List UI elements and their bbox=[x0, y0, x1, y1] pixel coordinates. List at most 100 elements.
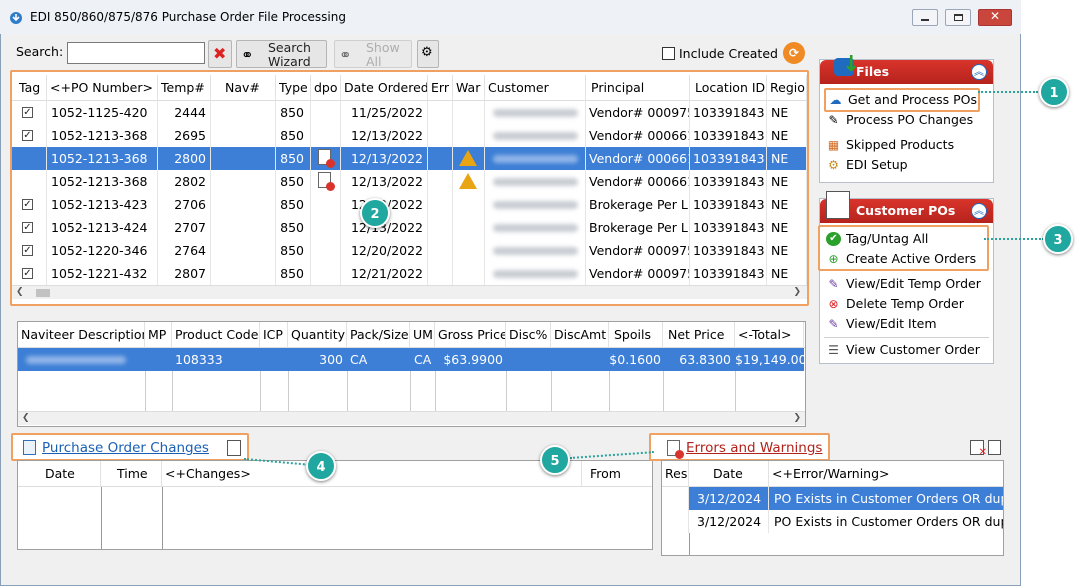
tag-checkbox[interactable]: ✓ bbox=[22, 268, 33, 279]
table-row[interactable]: 1052-1213-368 2800 850 12/13/2022 Vendor# 00… bbox=[12, 147, 807, 170]
callout-line-3 bbox=[984, 238, 1044, 240]
err-cell bbox=[428, 239, 453, 262]
customer-pos-panel-title: Customer POs bbox=[856, 203, 956, 218]
tag-checkbox[interactable]: ✓ bbox=[22, 107, 33, 118]
tag-checkbox[interactable]: ✓ bbox=[22, 245, 33, 256]
err-cell bbox=[428, 124, 453, 147]
col-spoils[interactable]: Spoils bbox=[609, 322, 663, 348]
col-change-date[interactable]: Date bbox=[18, 461, 101, 487]
table-row[interactable]: ✓ 1052-1220-346 2764 850 12/20/2022 Vendor# 0… bbox=[12, 239, 807, 262]
search-wizard-button[interactable]: ⚭ Search Wizard bbox=[236, 40, 327, 68]
search-input[interactable] bbox=[67, 42, 205, 64]
col-from[interactable]: From bbox=[582, 461, 652, 487]
clear-search-button[interactable]: ✖ bbox=[208, 40, 232, 68]
col-customer[interactable]: Customer bbox=[485, 75, 586, 101]
search-doc-icon[interactable] bbox=[227, 440, 241, 456]
search-errors-icon[interactable] bbox=[988, 440, 1001, 455]
err-cell bbox=[428, 170, 453, 193]
col-disc-pct[interactable]: Disc% bbox=[506, 322, 551, 348]
skipped-products-item[interactable]: ▦ Skipped Products bbox=[824, 135, 954, 155]
edi-setup-item[interactable]: ⚙ EDI Setup bbox=[824, 155, 907, 175]
principal-cell: Brokerage Per LB bbox=[586, 216, 690, 239]
maximize-button[interactable] bbox=[945, 9, 971, 26]
delete-temp-order-item[interactable]: ⊗ Delete Temp Order bbox=[824, 294, 963, 314]
err-cell bbox=[428, 147, 453, 170]
dpo-cell bbox=[311, 193, 341, 216]
col-region[interactable]: Region bbox=[767, 75, 807, 101]
col-location-id[interactable]: Location ID bbox=[690, 75, 767, 101]
minimize-button[interactable] bbox=[912, 9, 938, 26]
dpo-cell bbox=[311, 262, 341, 285]
po-grid-hscrollbar[interactable]: ❮ ❯ bbox=[12, 285, 807, 299]
table-row[interactable]: ✓1052-1213-423270685012/13/2022Brokerage… bbox=[12, 193, 807, 216]
col-disc-amt[interactable]: DiscAmt bbox=[551, 322, 609, 348]
col-um[interactable]: UM bbox=[410, 322, 435, 348]
view-customer-order-item[interactable]: ☰ View Customer Order bbox=[824, 340, 980, 360]
col-product-code[interactable]: Product Code bbox=[172, 322, 260, 348]
col-mp[interactable]: MP bbox=[145, 322, 172, 348]
scroll-thumb[interactable] bbox=[36, 289, 50, 297]
table-row[interactable]: ✓ 1052-1213-424 2707 850 12/13/2022 Brokerage… bbox=[12, 216, 807, 239]
error-row[interactable]: 3/12/2024 PO Exists in Customer Orders OR… bbox=[662, 510, 1003, 533]
um-cell: CA bbox=[414, 352, 432, 367]
show-all-button[interactable]: ⚭ Show All bbox=[334, 40, 412, 68]
dpo-cell bbox=[311, 101, 341, 124]
include-created-checkbox[interactable] bbox=[662, 47, 675, 60]
tag-checkbox[interactable]: ✓ bbox=[22, 222, 33, 233]
process-po-changes-item[interactable]: ✎ Process PO Changes bbox=[824, 110, 973, 130]
tag-cell: ✓ bbox=[16, 124, 47, 147]
col-changes[interactable]: <+Changes> bbox=[162, 461, 582, 487]
table-row[interactable]: ✓ 1052-1213-368 2695 850 12/13/2022 Vendor# 0… bbox=[12, 124, 807, 147]
view-edit-temp-order-item[interactable]: ✎ View/Edit Temp Order bbox=[824, 274, 980, 294]
col-err-date[interactable]: Date bbox=[689, 461, 769, 487]
col-quantity[interactable]: Quantity bbox=[288, 322, 347, 348]
files-collapse-icon[interactable]: ︽ bbox=[971, 64, 987, 80]
create-active-orders-item[interactable]: ⊕ Create Active Orders bbox=[824, 249, 976, 269]
error-row[interactable]: 3/12/2024 PO Exists in Customer Orders OR… bbox=[662, 487, 1003, 510]
table-row[interactable]: ✓ 1052-1221-432 2807 850 12/21/2022 Vendor# 0… bbox=[12, 262, 807, 285]
scroll-left-icon[interactable]: ❮ bbox=[22, 413, 30, 423]
clear-errors-icon[interactable]: ✕ bbox=[970, 440, 987, 458]
detail-grid-hscrollbar[interactable]: ❮ ❯ bbox=[18, 411, 805, 425]
detail-row[interactable]: 108333 300 CA CA $63.9900 $0.1600 63.830… bbox=[18, 348, 805, 371]
col-gross-price[interactable]: Gross Price bbox=[435, 322, 506, 348]
col-pack-size[interactable]: Pack/Size bbox=[347, 322, 410, 348]
tag-untag-all-item[interactable]: ✔ Tag/Untag All bbox=[824, 229, 928, 249]
refresh-icon[interactable]: ⟳ bbox=[783, 42, 805, 64]
table-row[interactable]: 1052-1213-368 2802 850 12/13/2022 Vendor# 00… bbox=[12, 170, 807, 193]
col-po-number[interactable]: <+PO Number> bbox=[47, 75, 158, 101]
col-dpo[interactable]: dpo bbox=[311, 75, 341, 101]
view-edit-item-item[interactable]: ✎ View/Edit Item bbox=[824, 314, 936, 334]
col-type[interactable]: Type bbox=[276, 75, 311, 101]
tag-cell bbox=[16, 147, 47, 170]
tag-checkbox[interactable]: ✓ bbox=[22, 199, 33, 210]
temp-cell: 2706 bbox=[158, 193, 211, 216]
scroll-right-icon[interactable]: ❯ bbox=[793, 287, 801, 297]
col-total[interactable]: <-Total> bbox=[735, 322, 804, 348]
col-tag[interactable]: Tag bbox=[16, 75, 47, 101]
table-row[interactable]: ✓ 1052-1125-420 2444 850 11/25/2022 Vendor# 0… bbox=[12, 101, 807, 124]
col-date-ordered[interactable]: Date Ordered bbox=[341, 75, 428, 101]
get-and-process-pos-item[interactable]: ☁ Get and Process POs bbox=[824, 88, 980, 112]
po-changes-title[interactable]: Purchase Order Changes bbox=[42, 440, 209, 456]
col-temp[interactable]: Temp# bbox=[158, 75, 211, 101]
customer-pos-collapse-icon[interactable]: ︽ bbox=[971, 203, 987, 219]
document-icon bbox=[23, 440, 36, 455]
col-icp[interactable]: ICP bbox=[260, 322, 288, 348]
close-window-button[interactable]: ✕ bbox=[978, 9, 1012, 26]
col-err[interactable]: Err bbox=[428, 75, 453, 101]
scroll-right-icon[interactable]: ❯ bbox=[793, 413, 801, 423]
col-error-warning[interactable]: <+Error/Warning> bbox=[769, 461, 1003, 487]
col-principal[interactable]: Principal bbox=[586, 75, 690, 101]
col-net-price[interactable]: Net Price bbox=[663, 322, 735, 348]
col-war[interactable]: War bbox=[453, 75, 485, 101]
col-res[interactable]: Res bbox=[662, 461, 689, 487]
col-description[interactable]: Naviteer Description bbox=[18, 322, 145, 348]
col-nav[interactable]: Nav# bbox=[211, 75, 276, 101]
scroll-left-icon[interactable]: ❮ bbox=[16, 287, 24, 297]
col-change-time[interactable]: Time bbox=[101, 461, 162, 487]
search-settings-button[interactable]: ⚙ bbox=[417, 40, 439, 68]
errors-title[interactable]: Errors and Warnings bbox=[686, 440, 822, 456]
tag-checkbox[interactable]: ✓ bbox=[22, 130, 33, 141]
tag-cell: ✓ bbox=[16, 239, 47, 262]
